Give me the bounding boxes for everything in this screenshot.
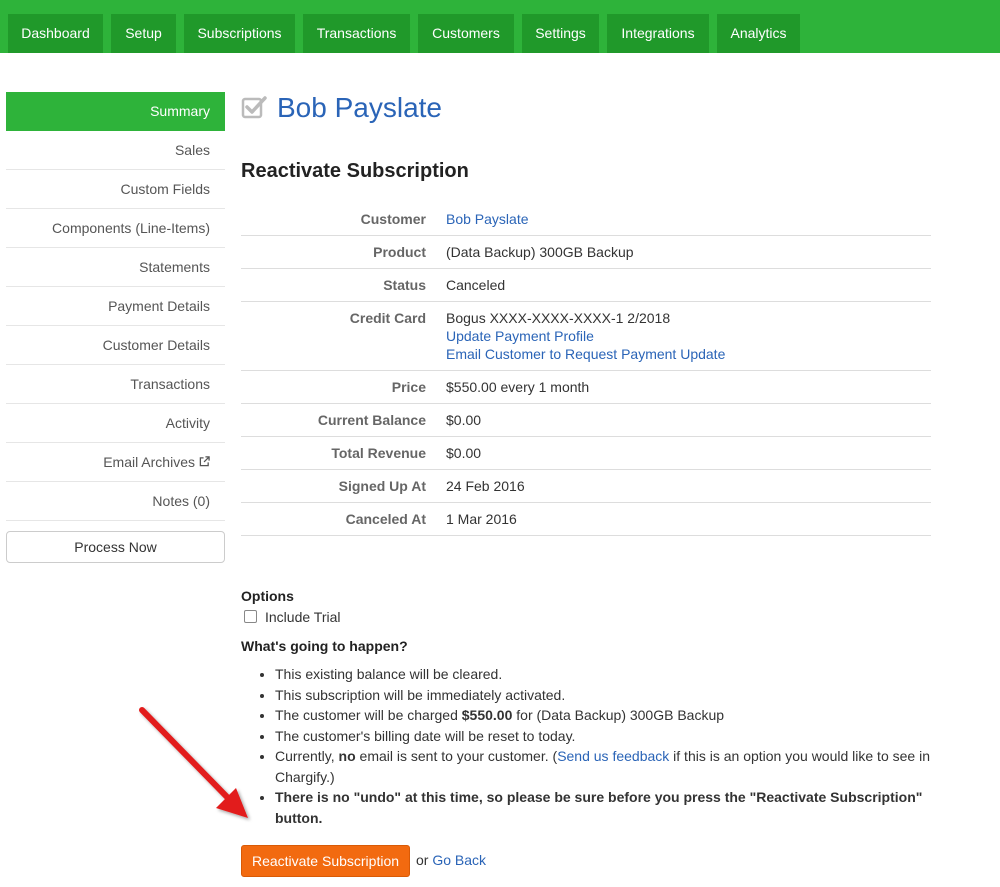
sidebar-item-statements[interactable]: Statements (6, 248, 225, 287)
annotation-arrow-icon (139, 707, 248, 818)
customer-name-heading: Bob Payslate (277, 92, 442, 123)
total-revenue-label: Total Revenue (241, 436, 436, 470)
sidebar-item-custom-fields[interactable]: Custom Fields (6, 170, 225, 209)
table-row: Status Canceled (241, 268, 931, 302)
credit-card-value: Bogus XXXX-XXXX-XXXX-1 2/2018 (446, 310, 671, 326)
tab-subscriptions[interactable]: Subscriptions (184, 14, 295, 53)
tab-integrations[interactable]: Integrations (607, 14, 709, 53)
product-value: (Data Backup) 300GB Backup (436, 235, 931, 269)
tab-settings[interactable]: Settings (522, 14, 599, 53)
email-customer-link[interactable]: Email Customer to Request Payment Update (446, 346, 725, 362)
table-row: Credit Card Bogus XXXX-XXXX-XXXX-1 2/201… (241, 301, 931, 371)
include-trial-checkbox[interactable] (244, 610, 257, 623)
list-item: The customer's billing date will be rese… (275, 726, 931, 747)
canceled-at-label: Canceled At (241, 502, 436, 536)
top-nav-bar: Dashboard Setup Subscriptions Transactio… (0, 0, 1000, 53)
process-now-button[interactable]: Process Now (6, 531, 225, 563)
sidebar: Summary Sales Custom Fields Components (… (6, 92, 225, 521)
checkbox-checked-icon (241, 96, 267, 119)
go-back-link[interactable]: Go Back (432, 852, 486, 868)
include-trial-row: Include Trial (241, 608, 931, 626)
list-item: This subscription will be immediately ac… (275, 685, 931, 706)
charge-amount: $550.00 (461, 707, 513, 723)
list-item: There is no "undo" at this time, so plea… (275, 787, 931, 828)
sidebar-item-activity[interactable]: Activity (6, 404, 225, 443)
tab-customers[interactable]: Customers (418, 14, 514, 53)
price-value: $550.00 every 1 month (436, 370, 931, 404)
sidebar-item-transactions[interactable]: Transactions (6, 365, 225, 404)
sidebar-item-payment-details[interactable]: Payment Details (6, 287, 225, 326)
go-back-row: or Go Back (416, 852, 487, 868)
list-item: Currently, no email is sent to your cust… (275, 746, 931, 787)
tab-analytics[interactable]: Analytics (717, 14, 800, 53)
customer-link[interactable]: Bob Payslate (446, 211, 529, 227)
consequences-list: This existing balance will be cleared. T… (241, 664, 931, 828)
table-row: Current Balance $0.00 (241, 403, 931, 437)
current-balance-value: $0.00 (436, 403, 931, 437)
sidebar-item-email-archives[interactable]: Email Archives (6, 443, 225, 482)
include-trial-label[interactable]: Include Trial (265, 609, 340, 625)
total-revenue-value: $0.00 (436, 436, 931, 470)
sidebar-item-sales[interactable]: Sales (6, 131, 225, 170)
signed-up-value: 24 Feb 2016 (436, 469, 931, 503)
status-value: Canceled (436, 268, 931, 302)
sidebar-item-customer-details[interactable]: Customer Details (6, 326, 225, 365)
canceled-at-value: 1 Mar 2016 (436, 502, 931, 536)
sidebar-item-label: Email Archives (103, 454, 195, 470)
send-feedback-link[interactable]: Send us feedback (557, 748, 669, 764)
current-balance-label: Current Balance (241, 403, 436, 437)
undo-warning: There is no "undo" at this time, so plea… (275, 789, 923, 826)
customer-label: Customer (241, 203, 436, 236)
status-label: Status (241, 268, 436, 302)
signed-up-label: Signed Up At (241, 469, 436, 503)
tab-transactions[interactable]: Transactions (303, 14, 410, 53)
external-link-icon (199, 456, 210, 467)
update-payment-profile-link[interactable]: Update Payment Profile (446, 328, 594, 344)
table-row: Price $550.00 every 1 month (241, 370, 931, 404)
table-row: Signed Up At 24 Feb 2016 (241, 469, 931, 503)
subscription-details-table: Customer Bob Payslate Product (Data Back… (241, 203, 931, 536)
table-row: Product (Data Backup) 300GB Backup (241, 235, 931, 269)
tab-setup[interactable]: Setup (111, 14, 176, 53)
sidebar-item-notes[interactable]: Notes (0) (6, 482, 225, 521)
reactivate-subscription-button[interactable]: Reactivate Subscription (241, 845, 410, 877)
list-item: This existing balance will be cleared. (275, 664, 931, 685)
list-item: The customer will be charged $550.00 for… (275, 705, 931, 726)
tab-dashboard[interactable]: Dashboard (8, 14, 103, 53)
section-title: Reactivate Subscription (241, 160, 469, 182)
credit-card-label: Credit Card (241, 301, 436, 371)
options-section: Options Include Trial What's going to ha… (241, 588, 931, 828)
table-row: Total Revenue $0.00 (241, 436, 931, 470)
price-label: Price (241, 370, 436, 404)
sidebar-item-summary[interactable]: Summary (6, 92, 225, 131)
table-row: Canceled At 1 Mar 2016 (241, 502, 931, 536)
options-heading: Options (241, 588, 294, 604)
what-happens-heading: What's going to happen? (241, 638, 408, 654)
sidebar-item-components[interactable]: Components (Line-Items) (6, 209, 225, 248)
product-label: Product (241, 235, 436, 269)
table-row: Customer Bob Payslate (241, 203, 931, 236)
